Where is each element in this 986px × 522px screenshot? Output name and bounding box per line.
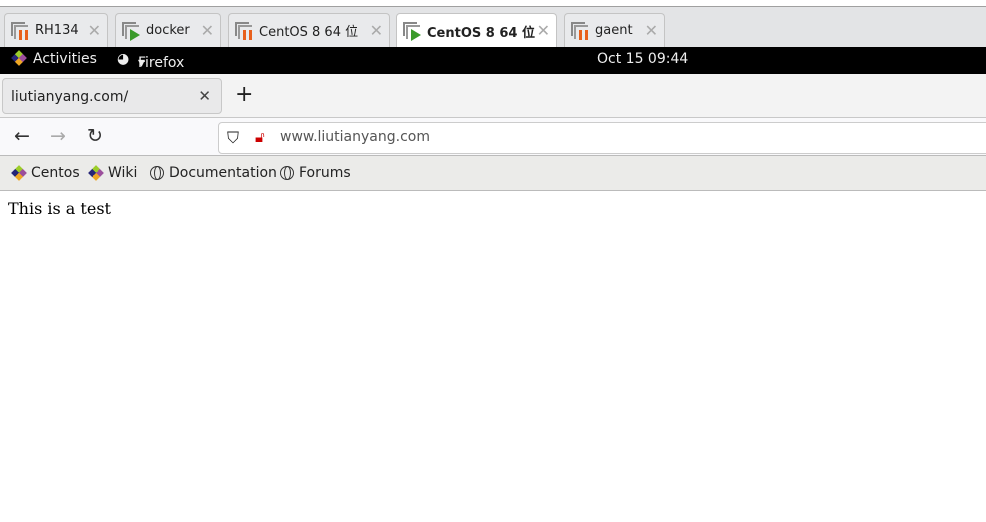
vm-tab-label: CentOS 8 64 位 (427, 25, 535, 41)
chevron-down-icon: ▾ (138, 55, 146, 71)
insecure-lock-icon[interactable]: 🔓︎ (255, 128, 265, 146)
browser-tab-title: liutianyang.com/ (11, 89, 129, 105)
bookmark-forums[interactable]: Forums (280, 165, 351, 181)
reload-button[interactable]: ↻ (87, 125, 103, 147)
top-strip (0, 0, 986, 7)
bookmark-label: Centos (31, 165, 80, 181)
vm-tab-label: RH134 (35, 23, 79, 38)
bookmark-label: Forums (299, 165, 351, 181)
vm-tab[interactable]: docker ✕ (115, 13, 221, 47)
bookmarks-bar: Centos Wiki Documentation Forums (0, 156, 986, 191)
centos-icon (88, 165, 104, 181)
shield-icon[interactable]: ⛉ (227, 128, 239, 148)
globe-icon (150, 166, 164, 180)
close-icon[interactable]: ✕ (88, 21, 101, 40)
activities-button[interactable]: Activities (33, 51, 97, 67)
bookmark-label: Documentation (169, 165, 277, 181)
new-tab-button[interactable]: + (235, 82, 253, 107)
clock[interactable]: Oct 15 09:44 (597, 51, 688, 67)
navigation-bar: ← → ↻ ⛉ 🔓︎ www.liutianyang.com (0, 118, 986, 156)
browser-tab-strip: liutianyang.com/ ✕ + (0, 74, 986, 118)
close-icon[interactable]: ✕ (201, 21, 214, 40)
page-text: This is a test (8, 199, 111, 218)
vm-paused-icon (235, 21, 253, 40)
close-icon[interactable]: ✕ (370, 21, 383, 40)
vm-running-icon (403, 22, 421, 41)
forward-button[interactable]: → (50, 125, 66, 147)
vm-tab-label: gaent (595, 23, 633, 38)
bookmark-documentation[interactable]: Documentation (150, 165, 277, 181)
browser-tab[interactable]: liutianyang.com/ ✕ (2, 78, 222, 114)
vm-tab-label: docker (146, 23, 190, 38)
close-icon[interactable]: ✕ (645, 21, 658, 40)
vm-paused-icon (571, 21, 589, 40)
close-tab-icon[interactable]: ✕ (198, 87, 211, 105)
url-bar[interactable]: ⛉ 🔓︎ www.liutianyang.com (218, 122, 986, 154)
centos-logo-icon (11, 50, 31, 69)
back-button[interactable]: ← (14, 125, 30, 147)
vm-tab-bar: RH134 ✕ docker ✕ CentOS 8 64 位 ✕ CentOS … (0, 7, 986, 48)
bookmark-centos[interactable]: Centos (11, 165, 80, 181)
bookmark-label: Wiki (108, 165, 138, 181)
vm-tab-label: CentOS 8 64 位 (259, 25, 359, 40)
vm-tab[interactable]: RH134 ✕ (4, 13, 108, 47)
gnome-top-bar: Activities ◕ Firefox ▾ Oct 15 09:44 (0, 47, 986, 74)
firefox-icon: ◕ (117, 51, 130, 67)
vm-tab-active[interactable]: CentOS 8 64 位 ✕ (396, 13, 557, 48)
vm-tab[interactable]: CentOS 8 64 位 ✕ (228, 13, 390, 47)
globe-icon (280, 166, 294, 180)
close-icon[interactable]: ✕ (537, 21, 550, 40)
url-text[interactable]: www.liutianyang.com (280, 129, 430, 145)
vm-tab[interactable]: gaent ✕ (564, 13, 665, 47)
bookmark-wiki[interactable]: Wiki (88, 165, 138, 181)
vm-paused-icon (11, 21, 29, 40)
vm-running-icon (122, 21, 140, 41)
centos-icon (11, 165, 27, 181)
